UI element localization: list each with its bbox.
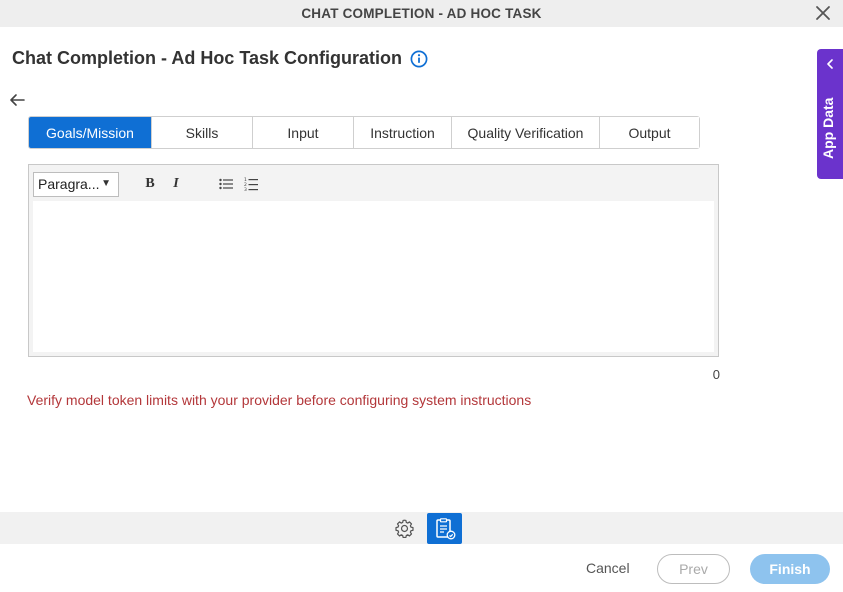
prev-button[interactable]: Prev	[657, 554, 730, 584]
dropdown-caret-icon: ▼	[101, 177, 111, 189]
bottom-toolbar	[0, 512, 843, 544]
rich-text-editor: Paragra... ▼ B I 1 2 3	[28, 164, 719, 357]
bold-button[interactable]: B	[139, 173, 161, 195]
character-counter: 0	[712, 367, 720, 382]
dialog-title: CHAT COMPLETION - AD HOC TASK	[301, 6, 542, 21]
numbered-list-icon: 1 2 3	[244, 177, 258, 191]
finish-button[interactable]: Finish	[750, 554, 830, 584]
chevron-left-icon	[827, 59, 833, 69]
document-config-button[interactable]	[427, 513, 462, 544]
tab-input[interactable]: Input	[252, 117, 353, 148]
editor-content-area[interactable]	[33, 201, 714, 352]
bullet-list-button[interactable]	[215, 173, 237, 195]
italic-button[interactable]: I	[165, 173, 187, 195]
token-limit-warning: Verify model token limits with your prov…	[27, 392, 532, 408]
tab-bar: Goals/Mission Skills Input Instruction Q…	[28, 116, 700, 149]
document-icon	[435, 517, 455, 539]
paragraph-format-select[interactable]: Paragra... ▼	[33, 171, 119, 197]
cancel-button[interactable]: Cancel	[586, 560, 630, 576]
tab-output[interactable]: Output	[599, 117, 699, 148]
close-icon[interactable]	[815, 5, 831, 21]
bullet-list-icon	[219, 178, 233, 190]
dialog-titlebar: CHAT COMPLETION - AD HOC TASK	[0, 0, 843, 27]
app-data-panel-toggle[interactable]: App Data	[817, 49, 843, 179]
app-data-label: App Data	[820, 97, 836, 159]
tab-skills[interactable]: Skills	[151, 117, 252, 148]
tab-goals-mission[interactable]: Goals/Mission	[29, 117, 151, 148]
paragraph-format-value: Paragra...	[38, 176, 100, 192]
numbered-list-button[interactable]: 1 2 3	[240, 173, 262, 195]
back-arrow-icon[interactable]	[9, 93, 25, 107]
info-icon[interactable]	[410, 50, 428, 68]
tab-quality-verification[interactable]: Quality Verification	[451, 117, 599, 148]
page-title: Chat Completion - Ad Hoc Task Configurat…	[12, 48, 402, 68]
tab-instruction[interactable]: Instruction	[353, 117, 451, 148]
editor-toolbar: Paragra... ▼ B I 1 2 3	[33, 169, 714, 199]
page-header: Chat Completion - Ad Hoc Task Configurat…	[12, 48, 428, 69]
svg-text:3: 3	[244, 187, 247, 191]
gear-icon[interactable]	[394, 518, 415, 539]
